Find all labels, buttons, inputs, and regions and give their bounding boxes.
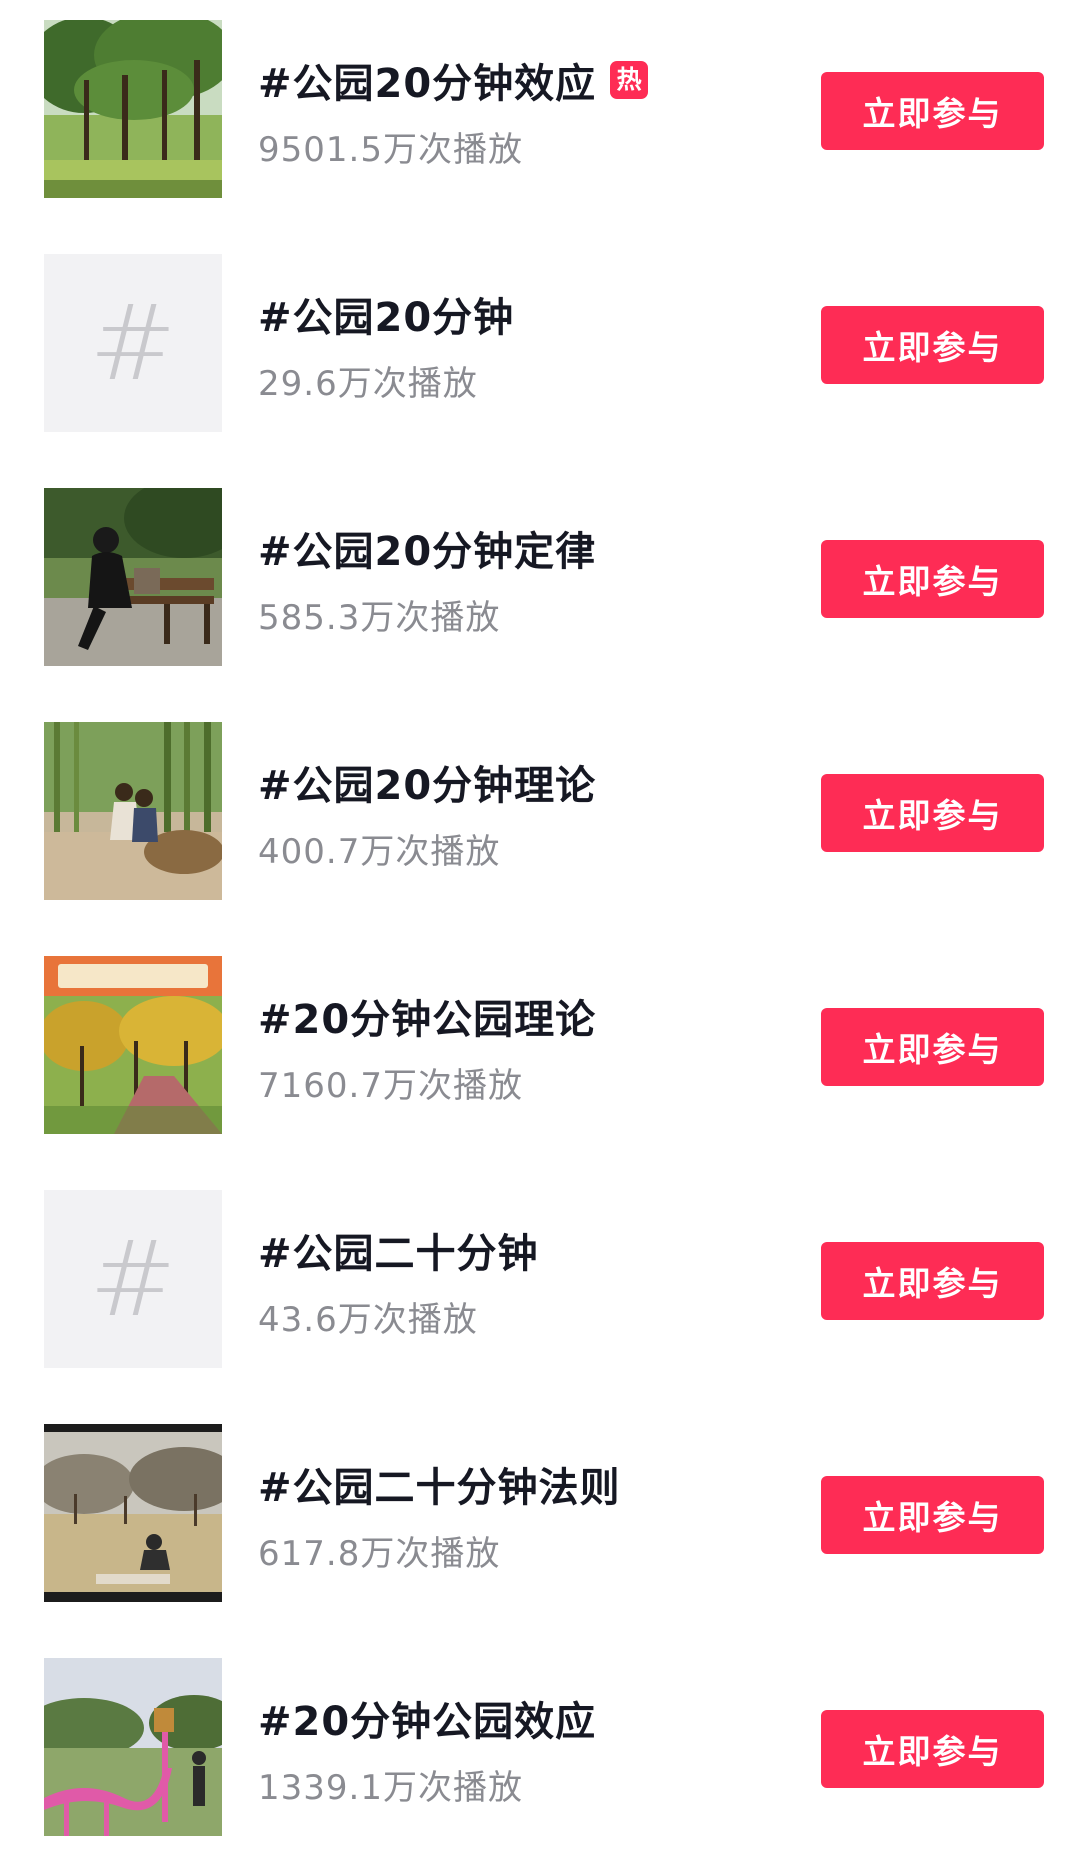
join-button[interactable]: 立即参与 bbox=[821, 306, 1044, 384]
join-button[interactable]: 立即参与 bbox=[821, 1242, 1044, 1320]
topic-title-line: #公园20分钟理论 bbox=[258, 754, 596, 810]
join-button[interactable]: 立即参与 bbox=[821, 1710, 1044, 1788]
hashtag-icon: # bbox=[89, 282, 177, 404]
person-on-lawn-photo bbox=[44, 1424, 222, 1602]
topic-title-line: #20分钟公园效应 bbox=[258, 1690, 596, 1746]
topic-thumbnail[interactable]: # bbox=[44, 254, 222, 432]
topic-row[interactable]: #公园20分钟理论 400.7万次播放 立即参与 bbox=[0, 702, 1080, 936]
topic-thumbnail[interactable] bbox=[44, 20, 222, 198]
topic-title: #20分钟公园理论 bbox=[258, 997, 597, 1043]
play-count: 7160.7万次播放 bbox=[258, 1066, 523, 1106]
topic-title-line: #公园20分钟效应 热 bbox=[258, 52, 649, 108]
topic-title-line: #公园20分钟定律 bbox=[258, 520, 596, 576]
woman-on-bench-photo bbox=[44, 488, 222, 666]
join-button[interactable]: 立即参与 bbox=[821, 1476, 1044, 1554]
play-count: 43.6万次播放 bbox=[258, 1300, 478, 1340]
topic-thumbnail[interactable] bbox=[44, 1658, 222, 1836]
topic-row[interactable]: # #公园二十分钟 43.6万次播放 立即参与 bbox=[0, 1170, 1080, 1404]
hot-badge: 热 bbox=[610, 61, 649, 99]
topic-row[interactable]: #20分钟公园理论 7160.7万次播放 立即参与 bbox=[0, 936, 1080, 1170]
play-count: 400.7万次播放 bbox=[258, 832, 501, 872]
topic-title-line: #公园二十分钟 bbox=[258, 1222, 539, 1278]
topic-row[interactable]: # #公园20分钟 29.6万次播放 立即参与 bbox=[0, 234, 1080, 468]
play-count: 585.3万次播放 bbox=[258, 598, 501, 638]
topic-thumbnail[interactable] bbox=[44, 722, 222, 900]
topic-row[interactable]: #公园20分钟效应 热 9501.5万次播放 立即参与 bbox=[0, 0, 1080, 234]
bamboo-grove-photo bbox=[44, 722, 222, 900]
topic-row[interactable]: #公园20分钟定律 585.3万次播放 立即参与 bbox=[0, 468, 1080, 702]
play-count: 1339.1万次播放 bbox=[258, 1768, 523, 1808]
pink-playground-photo bbox=[44, 1658, 222, 1836]
play-count: 29.6万次播放 bbox=[258, 364, 478, 404]
join-button[interactable]: 立即参与 bbox=[821, 540, 1044, 618]
topic-title-line: #公园二十分钟法则 bbox=[258, 1456, 621, 1512]
topic-thumbnail[interactable] bbox=[44, 956, 222, 1134]
topic-title-line: #公园20分钟 bbox=[258, 286, 514, 342]
join-button[interactable]: 立即参与 bbox=[821, 72, 1044, 150]
topic-title: #公园二十分钟法则 bbox=[258, 1465, 621, 1511]
autumn-path-photo bbox=[44, 956, 222, 1134]
topic-title: #公园20分钟理论 bbox=[258, 763, 597, 809]
topic-thumbnail[interactable] bbox=[44, 1424, 222, 1602]
topic-title: #公园二十分钟 bbox=[258, 1231, 539, 1277]
topic-thumbnail[interactable]: # bbox=[44, 1190, 222, 1368]
play-count: 617.8万次播放 bbox=[258, 1534, 501, 1574]
topic-row[interactable]: #公园二十分钟法则 617.8万次播放 立即参与 bbox=[0, 1404, 1080, 1638]
topic-title: #公园20分钟效应 bbox=[258, 61, 597, 107]
park-trees-photo bbox=[44, 20, 222, 198]
topic-title: #公园20分钟定律 bbox=[258, 529, 597, 575]
topic-title: #20分钟公园效应 bbox=[258, 1699, 597, 1745]
play-count: 9501.5万次播放 bbox=[258, 130, 523, 170]
hashtag-icon: # bbox=[89, 1218, 177, 1340]
topic-row[interactable]: #20分钟公园效应 1339.1万次播放 立即参与 bbox=[0, 1638, 1080, 1872]
topic-title-line: #20分钟公园理论 bbox=[258, 988, 596, 1044]
join-button[interactable]: 立即参与 bbox=[821, 774, 1044, 852]
topic-thumbnail[interactable] bbox=[44, 488, 222, 666]
topic-title: #公园20分钟 bbox=[258, 295, 515, 341]
join-button[interactable]: 立即参与 bbox=[821, 1008, 1044, 1086]
topic-list: #公园20分钟效应 热 9501.5万次播放 立即参与 # #公园20分钟 29… bbox=[0, 0, 1080, 1863]
